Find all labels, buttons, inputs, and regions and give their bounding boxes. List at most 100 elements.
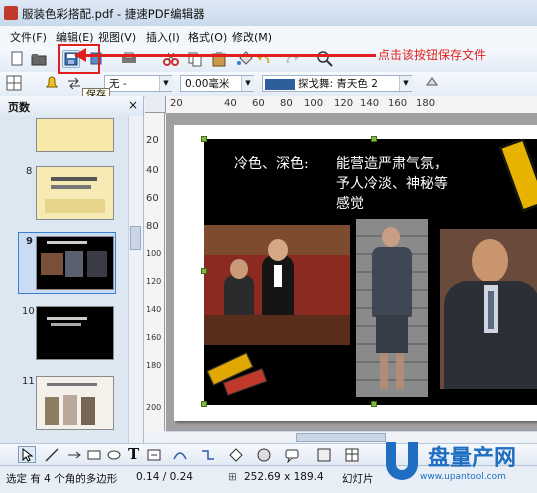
thumbnail-number: 11: [22, 376, 35, 387]
document-canvas[interactable]: 冷色、深色: 能营造严肃气氛， 予人冷淡、神秘等 感觉: [166, 113, 537, 431]
scrollbar-thumb[interactable]: [130, 226, 141, 250]
ruler-tick: 40: [146, 165, 159, 176]
color-select[interactable]: 探戈舞: 青天色 2: [262, 75, 412, 92]
menu-view[interactable]: 视图(V): [98, 29, 136, 45]
ruler-tick: 60: [146, 193, 159, 204]
slide-line-1: 能营造严肃气氛，: [336, 156, 448, 172]
arrow-tool-icon[interactable]: [66, 447, 82, 463]
selection-handle[interactable]: [201, 268, 207, 274]
ruler-tick: 140: [360, 98, 380, 109]
pages-panel-title: 页数: [8, 101, 30, 114]
annotation-arrow-line: [84, 54, 376, 57]
watermark-logo: 盘量产网 www.upantool.com: [380, 434, 537, 492]
chevron-down-icon[interactable]: ▼: [399, 76, 412, 91]
ruler-tick: 180: [416, 98, 436, 109]
status-selection: 选定 有 4 个角的多边形: [6, 473, 118, 485]
menu-file[interactable]: 文件(F): [10, 29, 47, 45]
chevron-down-icon[interactable]: ▼: [159, 76, 172, 91]
page-thumbnail[interactable]: [36, 236, 114, 290]
thumbnail-list: 8 9 10 11: [0, 116, 128, 464]
slide-line-2: 予人冷淡、神秘等: [336, 176, 448, 192]
selection-handle[interactable]: [201, 401, 207, 407]
rectangle-tool-icon[interactable]: [86, 447, 102, 463]
slide-line-3: 感觉: [336, 196, 364, 212]
arrows-icon[interactable]: [66, 75, 82, 91]
callout-tool-icon[interactable]: [284, 447, 300, 464]
vertical-ruler: 20 40 60 80 100 120 140 160 180 200: [145, 113, 165, 431]
slide-content[interactable]: 冷色、深色: 能营造严肃气氛， 予人冷淡、神秘等 感觉: [204, 139, 537, 405]
paste-icon[interactable]: [210, 50, 228, 68]
menu-insert[interactable]: 插入(I): [146, 29, 180, 45]
ruler-tick: 160: [388, 98, 408, 109]
status-slide-label: 幻灯片: [342, 473, 374, 485]
chevron-down-icon[interactable]: ▼: [241, 76, 254, 91]
ruler-tick: 80: [146, 221, 159, 232]
shape-tool-icon[interactable]: [316, 447, 332, 463]
thumbnail-number: 9: [26, 236, 33, 247]
open-folder-icon[interactable]: [30, 50, 48, 68]
selection-handle[interactable]: [371, 401, 377, 407]
menu-format[interactable]: 格式(O): [188, 29, 227, 45]
print-icon[interactable]: [120, 50, 138, 68]
ruler-tick: 160: [146, 333, 162, 342]
diamond-tool-icon[interactable]: [228, 447, 244, 463]
panel-scrollbar[interactable]: [128, 116, 143, 464]
fill-color-icon[interactable]: [424, 75, 440, 91]
page-thumbnail[interactable]: [36, 166, 114, 220]
new-file-icon[interactable]: [8, 50, 26, 68]
photo-courtroom: [204, 225, 350, 345]
selection-handle[interactable]: [201, 136, 207, 142]
color-swatch: [265, 78, 295, 90]
ellipse-tool-icon[interactable]: [106, 447, 122, 463]
thumbnail-number: 8: [26, 166, 33, 177]
ruler-tick: 200: [146, 403, 162, 412]
menu-edit[interactable]: 编辑(E): [56, 29, 94, 45]
pages-panel: 页数 × 8 9 10 11: [0, 96, 144, 464]
watermark-brand: 盘量产网: [428, 446, 517, 471]
bell-icon[interactable]: [44, 75, 60, 91]
connector-tool-icon[interactable]: [200, 447, 216, 463]
title-bar: 服装色彩搭配.pdf - 捷速PDF编辑器: [0, 0, 537, 27]
annotation-text: 点击该按钮保存文件: [378, 48, 487, 62]
table-tool-icon[interactable]: [344, 447, 360, 463]
ruler-tick: 100: [304, 98, 324, 109]
ruler-tick: 80: [280, 98, 293, 109]
photo-man-suit: [440, 229, 537, 389]
close-icon[interactable]: ×: [128, 98, 138, 112]
ruler-tick: 40: [224, 98, 237, 109]
copy-icon[interactable]: [186, 50, 204, 68]
document-page[interactable]: 冷色、深色: 能营造严肃气氛， 予人冷淡、神秘等 感觉: [174, 125, 537, 421]
app-icon: [4, 6, 18, 20]
ruler-tick: 180: [146, 361, 162, 370]
textbox-tool-icon[interactable]: [146, 447, 162, 463]
status-coords: 0.14 / 0.24: [136, 471, 193, 483]
watermark-url: www.upantool.com: [420, 472, 506, 482]
window-title: 服装色彩搭配.pdf - 捷速PDF编辑器: [22, 7, 205, 21]
page-thumbnail[interactable]: [36, 118, 114, 152]
redo-icon[interactable]: [282, 50, 300, 68]
cut-icon[interactable]: [162, 50, 180, 68]
page-thumbnail[interactable]: [36, 306, 114, 360]
status-size: 252.69 x 189.4: [244, 471, 324, 483]
menu-modify[interactable]: 修改(M): [232, 29, 272, 45]
page-thumbnail[interactable]: [36, 376, 114, 430]
ruler-tick: 120: [334, 98, 354, 109]
line-tool-icon[interactable]: [44, 447, 60, 463]
select-pointer-icon[interactable]: [18, 446, 36, 463]
curve-tool-icon[interactable]: [172, 447, 188, 463]
paint-bucket-icon[interactable]: [236, 50, 254, 68]
u-disk-logo-icon: [386, 442, 418, 480]
layout-grid-icon[interactable]: [6, 75, 22, 91]
pages-panel-header: 页数 ×: [0, 96, 143, 117]
horizontal-ruler: 20 40 60 80 100 120 140 160 180: [166, 96, 537, 114]
circle-tool-icon[interactable]: [256, 447, 272, 463]
undo-icon[interactable]: [256, 50, 274, 68]
scrollbar-thumb[interactable]: [296, 433, 386, 442]
selection-handle[interactable]: [371, 136, 377, 142]
ruler-tick: 120: [146, 277, 162, 286]
slide-heading: 冷色、深色:: [234, 156, 309, 172]
ruler-corner: [145, 96, 166, 113]
photo-woman-suit: [356, 219, 428, 397]
zoom-icon[interactable]: [316, 50, 334, 68]
text-tool-icon[interactable]: T: [128, 445, 139, 463]
